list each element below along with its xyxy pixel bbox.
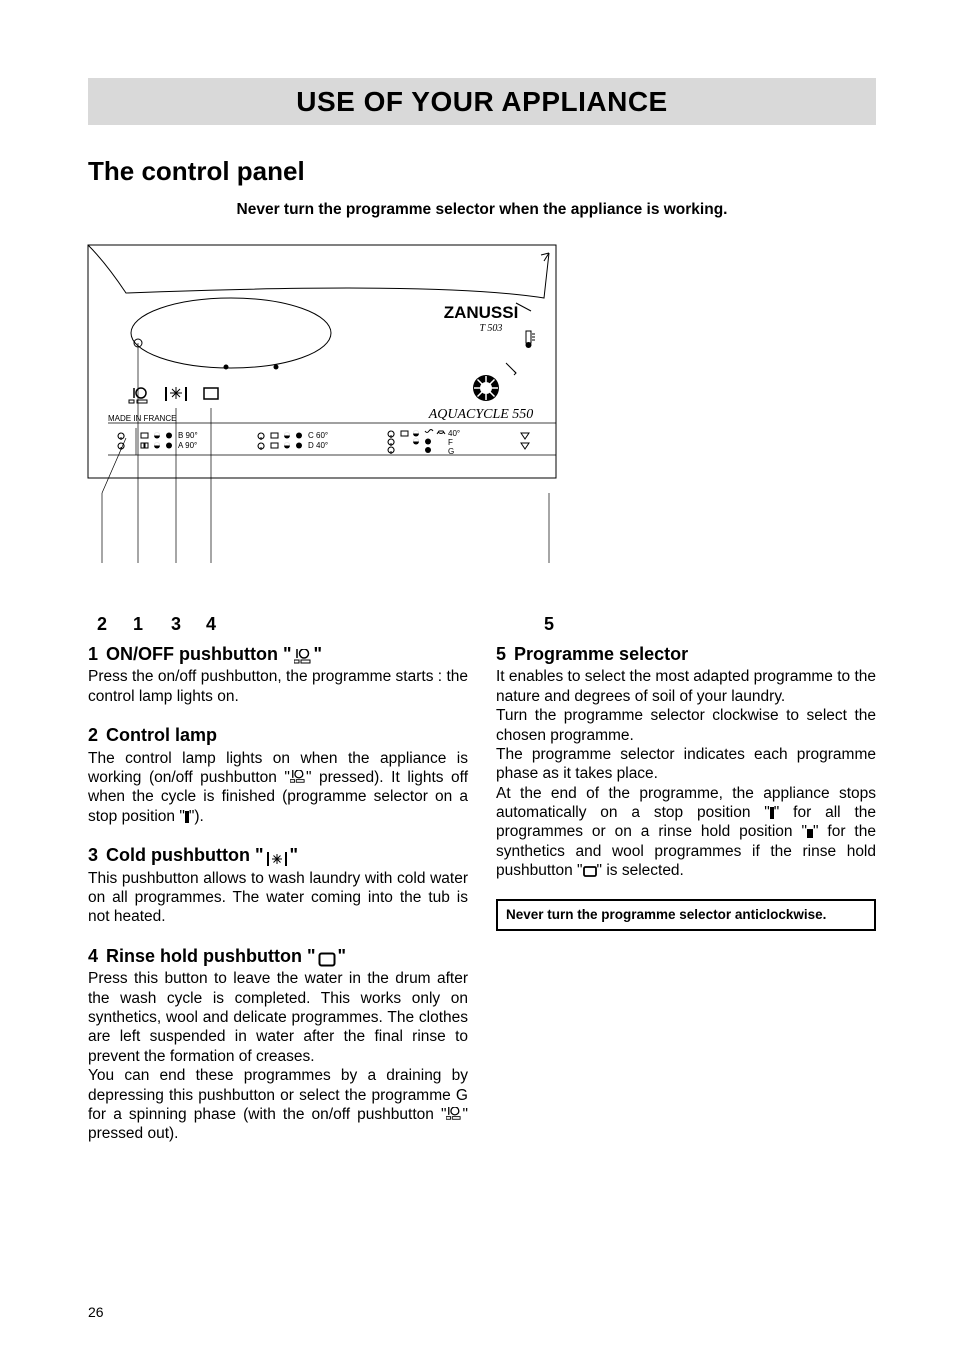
made-in-text: MADE IN FRANCE: [108, 414, 176, 423]
para-onoff: Press the on/off pushbutton, the program…: [88, 667, 468, 706]
heading-controllamp: 2 Control lamp: [88, 724, 468, 747]
heading-selector: 5 Programme selector: [496, 643, 876, 666]
heading-cold: 3 Cold pushbutton "": [88, 844, 468, 867]
callout-5: 5: [544, 613, 554, 636]
callout-2: 2: [97, 613, 107, 636]
snowflake-icon: [266, 851, 288, 867]
onoff-icon: [290, 770, 306, 784]
para-selector-1: It enables to select the most adapted pr…: [496, 667, 876, 706]
para-selector-3: The programme selector indicates each pr…: [496, 745, 876, 784]
callout-3: 3: [171, 613, 181, 636]
svg-text:A 90°: A 90°: [178, 441, 197, 450]
rinsehold-icon: [204, 388, 218, 399]
top-warning: Never turn the programme selector when t…: [88, 200, 876, 219]
para-rinsehold-2: You can end these programmes by a draini…: [88, 1066, 468, 1144]
svg-text:G: G: [448, 447, 454, 456]
rinsehold-icon: [318, 952, 336, 967]
cycle-diagram-icon: [131, 298, 331, 370]
model-text: T 503: [480, 323, 503, 334]
para-cold: This pushbutton allows to wash laundry w…: [88, 869, 468, 927]
onoff-icon: [446, 1107, 462, 1121]
heading-onoff: 1 ON/OFF pushbutton "": [88, 643, 468, 666]
svg-text:B 90°: B 90°: [178, 431, 198, 440]
onoff-icon: [294, 649, 312, 665]
para-selector-4: At the end of the programme, the applian…: [496, 784, 876, 881]
svg-text:F: F: [448, 438, 453, 447]
page-title-banner: USE OF YOUR APPLIANCE: [88, 78, 876, 125]
callout-4: 4: [206, 613, 216, 636]
section-title: The control panel: [88, 155, 876, 188]
left-column: 1 ON/OFF pushbutton "" Press the on/off …: [88, 643, 468, 1162]
callout-1: 1: [133, 613, 143, 636]
control-panel-figure: ZANUSSI T 503: [86, 243, 576, 613]
heading-rinsehold: 4 Rinse hold pushbutton "": [88, 945, 468, 968]
svg-text:D 40°: D 40°: [308, 441, 328, 450]
subbrand-text: AQUACYCLE 550: [428, 407, 534, 422]
brand-text: ZANUSSI: [444, 303, 519, 322]
svg-text:C 60°: C 60°: [308, 431, 328, 440]
page-number: 26: [88, 1304, 104, 1322]
programme-dial-icon: [473, 363, 516, 401]
rinsehold-icon: [583, 866, 597, 877]
right-column: 5 Programme selector It enables to selec…: [496, 643, 876, 1162]
para-selector-2: Turn the programme selector clockwise to…: [496, 706, 876, 745]
warning-box: Never turn the programme selector anticl…: [496, 899, 876, 932]
svg-text:40°: 40°: [448, 429, 460, 438]
snowflake-icon: [166, 387, 186, 401]
para-controllamp: The control lamp lights on when the appl…: [88, 749, 468, 827]
para-rinsehold-1: Press this button to leave the water in …: [88, 969, 468, 1066]
thermometer-icon: [526, 331, 536, 348]
body-columns: 1 ON/OFF pushbutton "" Press the on/off …: [88, 643, 876, 1162]
